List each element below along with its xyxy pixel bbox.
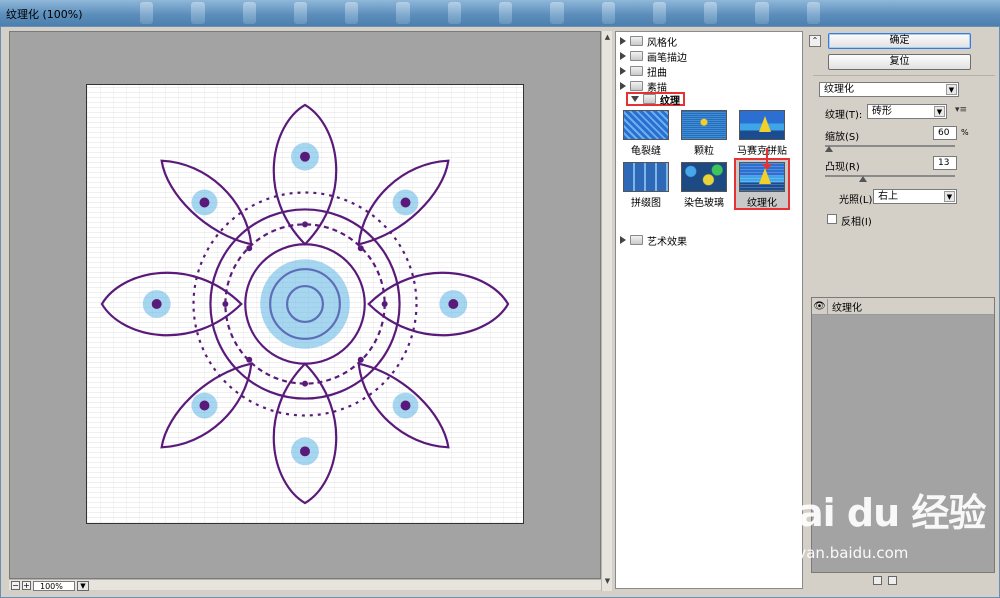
preview-vertical-scrollbar[interactable]: ▲ ▼ bbox=[601, 31, 612, 591]
chevron-down-icon: ▼ bbox=[934, 106, 945, 117]
watermark-url: jingyan.baidu.com bbox=[770, 544, 909, 562]
folder-icon bbox=[630, 36, 643, 46]
effect-layer-label: 纹理化 bbox=[832, 302, 862, 314]
thumbnail-label: 染色玻璃 bbox=[684, 198, 724, 209]
light-select-value: 右上 bbox=[878, 191, 898, 202]
invert-label: 反相(I) bbox=[841, 217, 872, 228]
chevron-down-icon: ▼ bbox=[946, 84, 957, 95]
folder-icon bbox=[630, 66, 643, 76]
thumb-craquelure[interactable]: 龟裂缝 bbox=[620, 110, 672, 157]
relief-input[interactable]: 13 bbox=[933, 156, 957, 170]
preview-area[interactable] bbox=[9, 31, 601, 579]
light-label: 光照(L): bbox=[839, 195, 876, 206]
texture-thumbnails: 龟裂缝 颗粒 马赛克拼贴 拼缀图 染色玻璃 纹理化 bbox=[620, 110, 798, 218]
thumbnail-image bbox=[623, 110, 669, 140]
scroll-down-icon[interactable]: ▼ bbox=[603, 577, 612, 586]
category-label: 风格化 bbox=[647, 37, 677, 49]
ok-button[interactable]: 确定 bbox=[828, 33, 971, 49]
collapse-gallery-icon[interactable]: ⌃ bbox=[809, 35, 821, 47]
effect-layer-item[interactable]: 👁 纹理化 bbox=[812, 298, 994, 315]
scale-unit: % bbox=[961, 128, 969, 137]
settings-panel: ⌃ 确定 复位 纹理化 ▼ 纹理(T): 砖形 ▼ ▾≡ 缩放(S) 60 % … bbox=[809, 31, 995, 293]
thumbnail-label: 颗粒 bbox=[694, 146, 714, 157]
watermark-logo: Bai du 经验 bbox=[770, 491, 986, 535]
zoom-level[interactable]: 100% bbox=[33, 580, 75, 591]
thumbnail-label: 马赛克拼贴 bbox=[737, 146, 787, 157]
filter-select[interactable]: 纹理化 ▼ bbox=[819, 82, 959, 97]
window-title: 纹理化 (100%) bbox=[6, 8, 83, 21]
preview-canvas bbox=[86, 84, 524, 524]
folder-icon bbox=[630, 235, 643, 245]
texture-menu-icon[interactable]: ▾≡ bbox=[955, 105, 967, 115]
expand-icon bbox=[620, 236, 626, 244]
texture-select[interactable]: 砖形 ▼ bbox=[867, 104, 947, 119]
relief-label: 凸现(R) bbox=[825, 162, 860, 173]
category-label: 画笔描边 bbox=[647, 52, 687, 64]
mandala-image bbox=[100, 103, 510, 505]
reset-button[interactable]: 复位 bbox=[828, 54, 971, 70]
light-select[interactable]: 右上 ▼ bbox=[873, 189, 957, 204]
thumbnail-image bbox=[623, 162, 669, 192]
scale-label: 缩放(S) bbox=[825, 132, 860, 143]
thumbnail-label: 纹理化 bbox=[747, 198, 777, 209]
expand-icon bbox=[620, 82, 626, 90]
zoom-in-button[interactable]: + bbox=[22, 581, 31, 590]
folder-icon bbox=[630, 81, 643, 91]
expand-icon bbox=[620, 37, 626, 45]
background-taskbar bbox=[120, 0, 820, 26]
chevron-down-icon: ▼ bbox=[944, 191, 955, 202]
category-label: 艺术效果 bbox=[647, 236, 687, 248]
category-stylize[interactable]: 风格化 bbox=[620, 34, 677, 49]
filter-select-value: 纹理化 bbox=[824, 84, 854, 95]
thumb-patchwork[interactable]: 拼缀图 bbox=[620, 162, 672, 209]
category-brush-strokes[interactable]: 画笔描边 bbox=[620, 49, 687, 64]
category-texture[interactable]: 纹理 bbox=[626, 92, 685, 107]
eye-icon[interactable]: 👁 bbox=[812, 298, 828, 314]
folder-open-icon bbox=[643, 94, 656, 104]
zoom-dropdown-icon[interactable]: ▼ bbox=[77, 580, 89, 591]
invert-checkbox[interactable] bbox=[827, 214, 837, 224]
thumbnail-label: 拼缀图 bbox=[631, 198, 661, 209]
category-artistic[interactable]: 艺术效果 bbox=[620, 233, 687, 248]
watermark: Bai du 经验 jingyan.baidu.com bbox=[770, 482, 1000, 598]
preview-horizontal-scrollbar[interactable] bbox=[9, 579, 601, 590]
category-label: 纹理 bbox=[660, 95, 680, 107]
texture-select-value: 砖形 bbox=[872, 106, 892, 117]
zoom-controls: − + 100% ▼ bbox=[11, 580, 89, 591]
thumbnail-image bbox=[681, 110, 727, 140]
annotation-arrow-icon bbox=[762, 148, 772, 170]
title-bar: 纹理化 (100%) bbox=[0, 0, 1000, 26]
expand-icon bbox=[620, 67, 626, 75]
thumbnail-image bbox=[681, 162, 727, 192]
folder-icon bbox=[630, 51, 643, 61]
thumbnail-image bbox=[739, 110, 785, 140]
thumb-grain[interactable]: 颗粒 bbox=[678, 110, 730, 157]
zoom-out-button[interactable]: − bbox=[11, 581, 20, 590]
thumb-stained-glass[interactable]: 染色玻璃 bbox=[678, 162, 730, 209]
collapse-icon bbox=[631, 96, 639, 102]
relief-slider-handle[interactable] bbox=[859, 176, 867, 182]
thumb-mosaic-tiles[interactable]: 马赛克拼贴 bbox=[736, 110, 788, 157]
filter-options: 纹理化 ▼ 纹理(T): 砖形 ▼ ▾≡ 缩放(S) 60 % 凸现(R) 13… bbox=[813, 75, 995, 293]
scale-slider[interactable] bbox=[825, 145, 955, 147]
relief-slider[interactable] bbox=[825, 175, 955, 177]
scale-slider-handle[interactable] bbox=[825, 146, 833, 152]
category-label: 扭曲 bbox=[647, 67, 667, 79]
scroll-up-icon[interactable]: ▲ bbox=[603, 33, 612, 42]
thumbnail-label: 龟裂缝 bbox=[631, 146, 661, 157]
category-distort[interactable]: 扭曲 bbox=[620, 64, 667, 79]
expand-icon bbox=[620, 52, 626, 60]
scale-input[interactable]: 60 bbox=[933, 126, 957, 140]
texture-label: 纹理(T): bbox=[825, 110, 863, 121]
